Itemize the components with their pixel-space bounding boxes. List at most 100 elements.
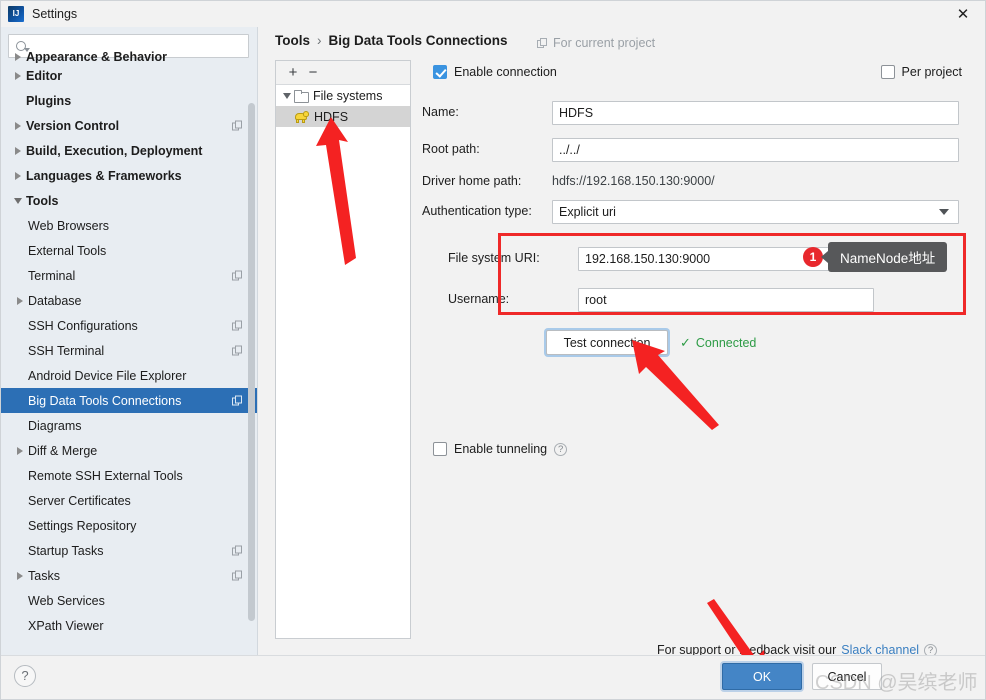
question-icon[interactable]: ? xyxy=(554,442,568,456)
sidebar-item-server-certificates[interactable]: Server Certificates xyxy=(0,488,257,513)
intellij-idea-logo-icon xyxy=(8,5,24,22)
sidebar-item-label: Android Device File Explorer xyxy=(28,368,187,383)
per-project-checkbox[interactable]: Per project xyxy=(880,65,962,79)
enable-connection-row: Enable connection Per project xyxy=(422,60,970,91)
sidebar-item-label: SSH Terminal xyxy=(28,343,105,358)
sidebar-item-plugins[interactable]: Plugins xyxy=(0,88,257,113)
watermark: CSDN @吴缤老师 xyxy=(815,672,978,694)
chevron-right-icon[interactable] xyxy=(10,121,26,130)
sidebar-item-label: Languages & Frameworks xyxy=(26,168,182,183)
add-connection-button[interactable]: + xyxy=(283,63,303,83)
chevron-right-icon[interactable] xyxy=(10,171,26,180)
sidebar-item-database[interactable]: Database xyxy=(0,288,257,313)
sidebar-item-label: Startup Tasks xyxy=(28,543,104,558)
sidebar-item-label: SSH Configurations xyxy=(28,318,138,333)
tree-node-label: File systems xyxy=(313,88,383,103)
checkbox-checked-icon[interactable] xyxy=(433,65,447,79)
tree-node-file-systems[interactable]: File systems xyxy=(276,85,410,106)
copy-icon xyxy=(232,345,243,356)
chevron-down-icon[interactable] xyxy=(280,92,294,99)
checkbox-unchecked-icon[interactable] xyxy=(433,442,447,456)
name-field[interactable]: HDFS xyxy=(552,101,959,125)
root-path-value: ../../ xyxy=(559,143,580,157)
username-value: root xyxy=(585,293,607,307)
file-system-uri-value: 192.168.150.130:9000 xyxy=(585,252,711,266)
file-system-uri-label: File system URI: xyxy=(448,251,540,265)
checkbox-unchecked-icon[interactable] xyxy=(880,65,895,79)
sidebar-item-startup-tasks[interactable]: Startup Tasks xyxy=(0,538,257,563)
chevron-right-icon[interactable] xyxy=(12,446,28,455)
sidebar-item-label: Version Control xyxy=(26,118,120,133)
authentication-type-row: Authentication type: Explicit uri xyxy=(422,197,970,228)
sidebar-item-ssh-configurations[interactable]: SSH Configurations xyxy=(0,313,257,338)
sidebar-item-label: Remote SSH External Tools xyxy=(28,468,183,483)
sidebar-item-build-execution-deployment[interactable]: Build, Execution, Deployment xyxy=(0,138,257,163)
sidebar-item-label: XPath Viewer xyxy=(28,618,104,633)
folder-icon xyxy=(294,89,309,103)
tree-node-hdfs[interactable]: HDFS xyxy=(276,106,410,127)
sidebar-item-terminal[interactable]: Terminal xyxy=(0,263,257,288)
sidebar-item-label: Database xyxy=(28,293,82,308)
chevron-down-icon[interactable] xyxy=(939,209,949,215)
chevron-down-icon[interactable] xyxy=(10,197,26,204)
annotation-badge-1: 1 xyxy=(803,247,823,267)
sidebar-item-label: External Tools xyxy=(28,243,107,258)
chevron-right-icon[interactable] xyxy=(10,146,26,155)
authentication-type-value: Explicit uri xyxy=(559,205,616,219)
enable-connection-label: Enable connection xyxy=(454,65,557,79)
scope-label: For current project xyxy=(553,36,656,50)
sidebar-item-web-browsers[interactable]: Web Browsers xyxy=(0,213,257,238)
check-icon: ✓ xyxy=(680,335,691,350)
sidebar-item-external-tools[interactable]: External Tools xyxy=(0,238,257,263)
authentication-type-select[interactable]: Explicit uri xyxy=(552,200,959,224)
ok-button[interactable]: OK xyxy=(722,663,802,690)
sidebar-item-big-data-tools-connections[interactable]: Big Data Tools Connections xyxy=(0,388,257,413)
sidebar-scrollbar[interactable] xyxy=(248,103,255,621)
sidebar-item-web-services[interactable]: Web Services xyxy=(0,588,257,613)
sidebar-item-label: Big Data Tools Connections xyxy=(28,393,182,408)
close-icon[interactable]: ✕ xyxy=(940,0,986,27)
remove-connection-button[interactable]: − xyxy=(303,63,323,83)
username-field[interactable]: root xyxy=(578,288,874,312)
sidebar-item-label: Settings Repository xyxy=(28,518,137,533)
copy-icon xyxy=(232,395,243,406)
copy-icon xyxy=(232,270,243,281)
authentication-type-label: Authentication type: xyxy=(422,204,532,218)
sidebar-item-languages-frameworks[interactable]: Languages & Frameworks xyxy=(0,163,257,188)
sidebar-item-version-control[interactable]: Version Control xyxy=(0,113,257,138)
copy-icon xyxy=(232,545,243,556)
sidebar-item-xpath-viewer[interactable]: XPath Viewer xyxy=(0,613,257,638)
sidebar-item-remote-ssh-external-tools[interactable]: Remote SSH External Tools xyxy=(0,463,257,488)
sidebar-item-android-device-file-explorer[interactable]: Android Device File Explorer xyxy=(0,363,257,388)
sidebar-item-tasks[interactable]: Tasks xyxy=(0,563,257,588)
enable-tunneling-label: Enable tunneling xyxy=(454,442,548,456)
chevron-right-icon[interactable] xyxy=(10,53,26,61)
test-connection-button[interactable]: Test connection xyxy=(546,330,668,355)
sidebar-item-tools[interactable]: Tools xyxy=(0,188,257,213)
sidebar-item-settings-repository[interactable]: Settings Repository xyxy=(0,513,257,538)
sidebar-item-diagrams[interactable]: Diagrams xyxy=(0,413,257,438)
sidebar-item-label: Terminal xyxy=(28,268,76,283)
sidebar-item-label: Appearance & Behavior xyxy=(26,51,168,63)
breadcrumb-current: Big Data Tools Connections xyxy=(328,33,508,48)
breadcrumb-root[interactable]: Tools xyxy=(275,33,310,48)
enable-connection-checkbox[interactable]: Enable connection xyxy=(433,65,557,79)
root-path-row: Root path: ../../ xyxy=(422,135,970,166)
copy-icon xyxy=(537,37,548,49)
sidebar-item-editor[interactable]: Editor xyxy=(0,63,257,88)
enable-tunneling-row: Enable tunneling ? xyxy=(433,442,568,456)
enable-tunneling-checkbox[interactable]: Enable tunneling ? xyxy=(433,442,568,456)
chevron-right-icon[interactable] xyxy=(10,71,26,80)
sidebar-item-appearance-behavior[interactable]: Appearance & Behavior xyxy=(0,51,257,63)
chevron-right-icon[interactable] xyxy=(12,571,28,580)
sidebar-item-diff-merge[interactable]: Diff & Merge xyxy=(0,438,257,463)
connection-form: Enable connection Per project Name: HDFS… xyxy=(422,60,970,456)
sidebar-item-label: Editor xyxy=(26,68,63,83)
name-row: Name: HDFS xyxy=(422,98,970,129)
settings-sidebar: Appearance & Behavior Editor Plugins Versio… xyxy=(0,27,258,655)
root-path-field[interactable]: ../../ xyxy=(552,138,959,162)
main-scrollbar[interactable] xyxy=(977,54,986,682)
help-button[interactable]: ? xyxy=(14,665,36,687)
sidebar-item-ssh-terminal[interactable]: SSH Terminal xyxy=(0,338,257,363)
chevron-right-icon[interactable] xyxy=(12,296,28,305)
